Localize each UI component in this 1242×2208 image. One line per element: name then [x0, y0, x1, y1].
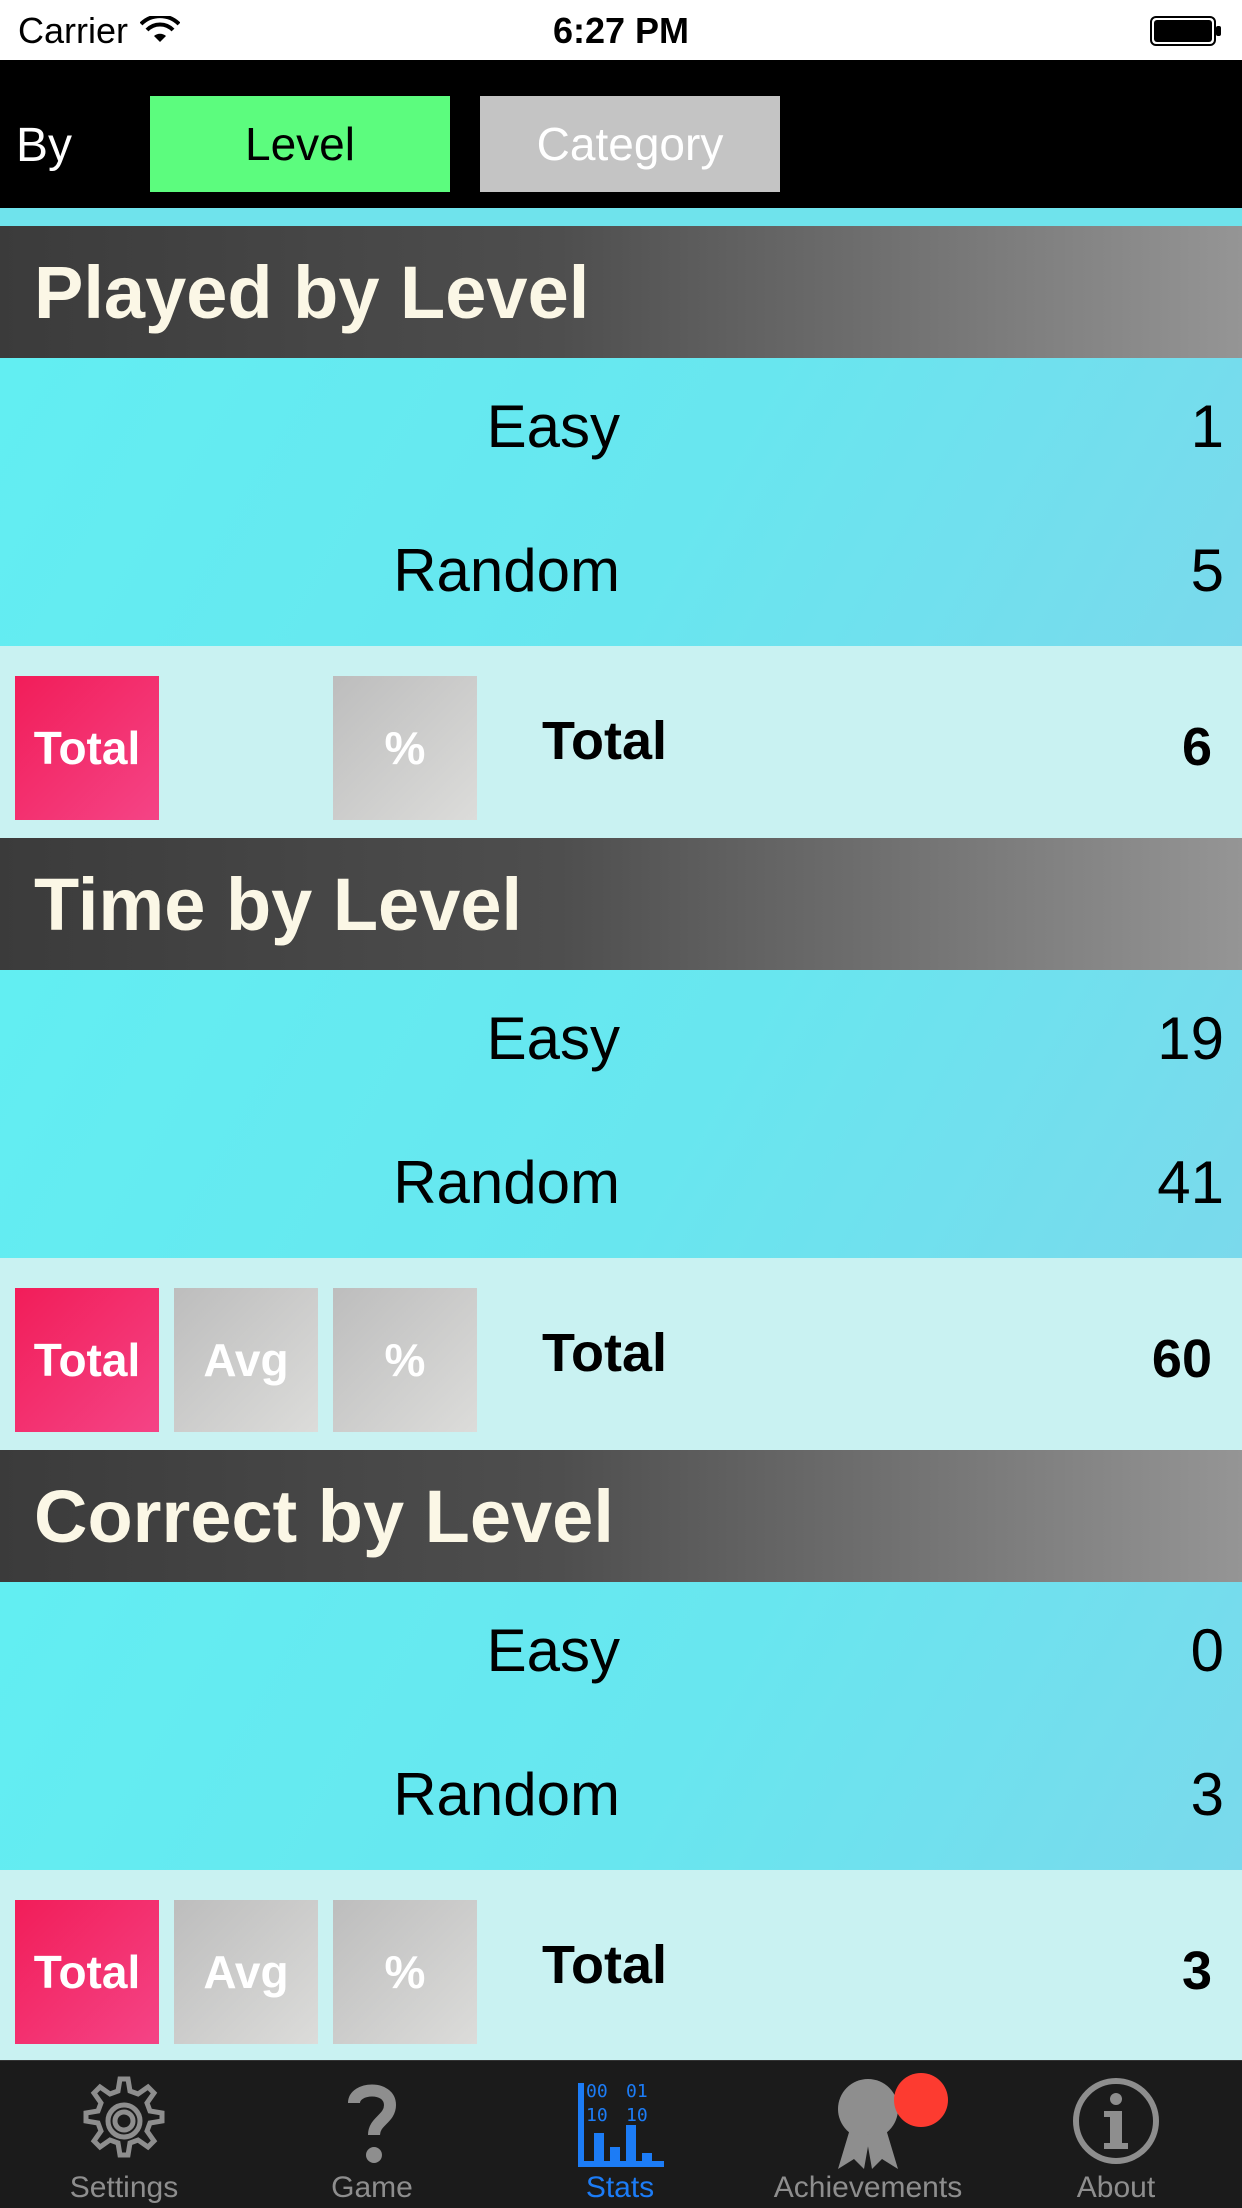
tab-bar: Settings Game 00 01 10 10 Stats Achievem…	[0, 2060, 1242, 2208]
tab-stats[interactable]: 00 01 10 10 Stats	[496, 2061, 744, 2208]
stat-row: Easy 19	[0, 970, 1242, 1114]
row-label: Random	[393, 537, 620, 604]
tab-label: Achievements	[773, 2171, 963, 2204]
footer-value: 3	[1181, 1941, 1212, 2001]
section-footer: Total Avg % Total 60	[0, 1258, 1242, 1450]
row-label: Easy	[486, 393, 620, 460]
footer-label: Total	[542, 711, 667, 771]
section-title: Played by Level	[34, 250, 590, 334]
row-value: 19	[1157, 1005, 1224, 1072]
percent-button[interactable]: %	[333, 676, 477, 820]
svg-text:10: 10	[626, 2105, 648, 2126]
avg-button[interactable]: Avg	[174, 1900, 318, 2044]
total-button[interactable]: Total	[15, 1900, 159, 2044]
total-button[interactable]: Total	[15, 676, 159, 820]
status-bar: Carrier 6:27 PM	[0, 0, 1242, 60]
avg-button[interactable]: Avg	[174, 1288, 318, 1432]
footer-value: 60	[1151, 1329, 1212, 1389]
row-value: 1	[1190, 393, 1224, 460]
segment-category-button[interactable]: Category	[480, 96, 780, 192]
section-rows: Easy 1 Random 5	[0, 358, 1242, 646]
section-rows: Easy 19 Random 41	[0, 970, 1242, 1258]
question-mark-icon	[348, 2084, 397, 2163]
total-button[interactable]: Total	[15, 1288, 159, 1432]
row-value: 5	[1190, 537, 1224, 604]
stat-row: Easy 0	[0, 1582, 1242, 1726]
section-title: Correct by Level	[34, 1474, 614, 1558]
tab-about[interactable]: About	[992, 2061, 1240, 2208]
section-header: Played by Level	[0, 226, 1242, 358]
tab-label: Settings	[69, 2171, 179, 2204]
filter-bar: By Level Category	[0, 60, 1242, 208]
row-label: Easy	[486, 1005, 620, 1072]
section-rows: Easy 0 Random 3	[0, 1582, 1242, 1870]
stat-row: Easy 1	[0, 358, 1242, 502]
stats-chart-icon: 00 01 10 10	[578, 2081, 664, 2167]
svg-text:00: 00	[586, 2081, 608, 2102]
section-footer: Total % Total 6	[0, 646, 1242, 838]
by-label: By	[16, 119, 73, 172]
row-value: 3	[1190, 1761, 1224, 1828]
section-played: Played by Level Easy 1 Random 5 Total % …	[0, 226, 1242, 838]
footer-label: Total	[542, 1935, 667, 1995]
tab-achievements[interactable]: Achievements	[744, 2061, 992, 2208]
row-label: Random	[393, 1761, 620, 1828]
section-footer: Total Avg % Total 3	[0, 1870, 1242, 2062]
section-correct: Correct by Level Easy 0 Random 3 Total A…	[0, 1450, 1242, 2062]
row-label: Random	[393, 1149, 620, 1216]
notification-badge	[894, 2073, 948, 2127]
divider-strip	[0, 208, 1242, 226]
stat-row: Random 3	[0, 1726, 1242, 1870]
info-icon	[1073, 2078, 1159, 2164]
section-time: Time by Level Easy 19 Random 41 Total Av…	[0, 838, 1242, 1450]
segment-level-button[interactable]: Level	[150, 96, 450, 192]
tab-label: Stats	[585, 2171, 655, 2204]
tab-label: Game	[331, 2171, 413, 2204]
percent-button[interactable]: %	[333, 1288, 477, 1432]
battery-icon	[1150, 16, 1221, 46]
svg-text:01: 01	[626, 2081, 648, 2102]
stat-row: Random 5	[0, 502, 1242, 646]
section-header: Correct by Level	[0, 1450, 1242, 1582]
tab-settings[interactable]: Settings	[0, 2061, 248, 2208]
tab-game[interactable]: Game	[248, 2061, 496, 2208]
row-value: 0	[1190, 1617, 1224, 1684]
svg-text:10: 10	[586, 2105, 608, 2126]
stat-row: Random 41	[0, 1114, 1242, 1258]
footer-label: Total	[542, 1323, 667, 1383]
footer-value: 6	[1181, 717, 1212, 777]
status-time: 6:27 PM	[552, 10, 690, 51]
tab-label: About	[1076, 2171, 1156, 2204]
section-header: Time by Level	[0, 838, 1242, 970]
row-label: Easy	[486, 1617, 620, 1684]
gear-icon	[83, 2076, 165, 2158]
row-value: 41	[1157, 1149, 1224, 1216]
section-title: Time by Level	[34, 862, 523, 946]
percent-button[interactable]: %	[333, 1900, 477, 2044]
